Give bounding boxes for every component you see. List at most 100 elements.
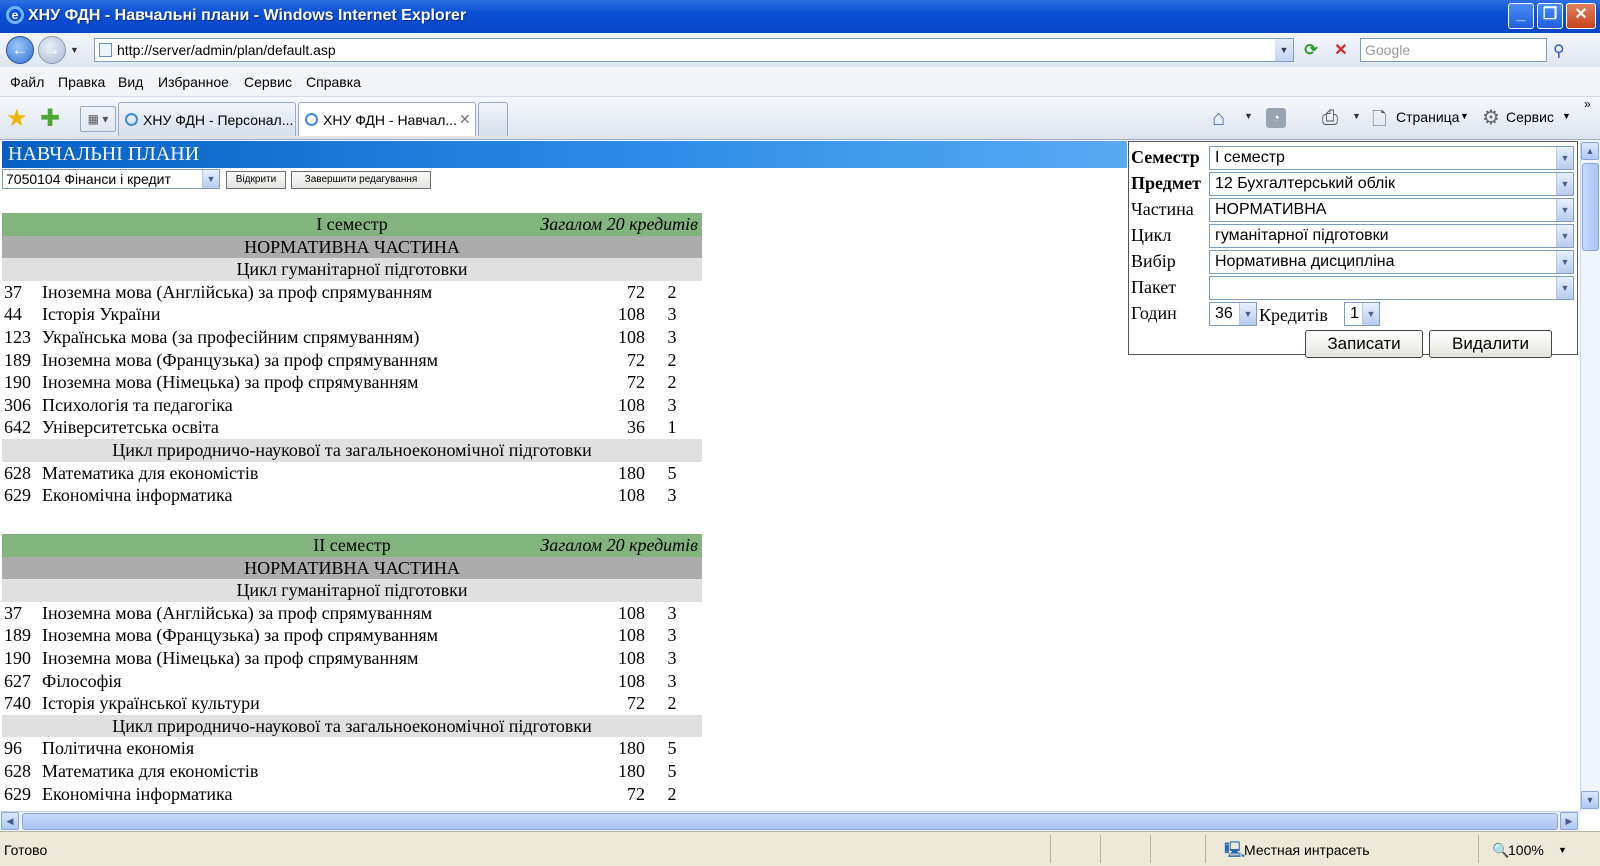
subject-credits: 3 [667,326,677,347]
subject-credits: 3 [667,625,677,646]
horizontal-scroll-thumb[interactable] [22,813,1558,830]
zoom-dropdown-icon[interactable]: ▼ [1558,845,1567,855]
menu-favorites[interactable]: Избранное [158,74,229,90]
subject-code: 189 [4,349,31,370]
table-row[interactable]: 189 Іноземна мова (Французька) за проф сп… [2,349,702,372]
table-row[interactable]: 628 Математика для економістів 180 5 [2,760,702,783]
delete-button[interactable]: Видалити [1429,330,1552,358]
subject-code: 628 [4,760,31,781]
part-header: НОРМАТИВНА ЧАСТИНА [2,556,702,580]
refresh-icon[interactable]: ⟳ [1300,40,1322,60]
cycle-name: Цикл природничо-наукової та загальноекон… [112,715,592,736]
back-icon[interactable]: ← [6,36,34,64]
specialty-select[interactable]: 7050104 Фінанси і кредит ▼ [2,169,220,189]
page-icon [99,43,112,57]
menu-view[interactable]: Вид [118,74,143,90]
url-input[interactable]: http://server/admin/plan/default.asp ▼ [94,38,1294,62]
subject-hours: 108 [618,485,645,506]
scroll-left-icon[interactable]: ◀ [1,812,19,830]
table-row[interactable]: 44 Історія України 108 3 [2,303,702,326]
title-bar: e ХНУ ФДН - Навчальні плани - Windows In… [0,0,1600,33]
home-icon[interactable]: ⌂ [1212,105,1225,131]
security-zone: Местная интрасеть [1244,842,1370,858]
table-row[interactable]: 96 Політична економія 180 5 [2,737,702,760]
part-name: НОРМАТИВНА ЧАСТИНА [244,236,460,257]
url-dropdown-icon[interactable]: ▼ [1275,39,1293,61]
hours-select[interactable]: 36 ▼ [1209,302,1257,326]
save-button[interactable]: Записати [1305,330,1423,358]
menu-tools[interactable]: Сервис [244,74,292,90]
table-row[interactable]: 189 Іноземна мова (Французька) за проф сп… [2,624,702,647]
tab-plans[interactable]: ХНУ ФДН - Навчал... ✕ [298,102,476,136]
finish-editing-button[interactable]: Завершити редагування [291,171,431,189]
chevron-more-icon[interactable]: » [1584,97,1591,111]
table-row[interactable]: 190 Іноземна мова (Німецька) за проф спря… [2,647,702,670]
subject-hours: 108 [618,304,645,325]
close-button[interactable]: ✕ [1566,3,1596,29]
subject-credits: 3 [667,647,677,668]
maximize-button[interactable]: ❐ [1537,3,1563,29]
zoom-level[interactable]: 100% [1508,842,1544,858]
favorites-star-icon[interactable]: ★ [6,104,28,133]
page-dropdown-icon[interactable]: ▼ [1460,111,1469,121]
forward-icon[interactable]: → [38,36,66,64]
menu-edit[interactable]: Правка [58,74,105,90]
subject-credits: 3 [667,304,677,325]
vertical-scroll-thumb[interactable] [1582,163,1599,251]
tab-close-icon[interactable]: ✕ [459,111,471,128]
semester-select[interactable]: I семестр ▼ [1209,146,1574,170]
subject-hours: 108 [618,394,645,415]
table-row[interactable]: 629 Економічна інформатика 108 3 [2,484,702,507]
table-row[interactable]: 642 Університетська освіта 36 1 [2,416,702,439]
table-row[interactable]: 190 Іноземна мова (Німецька) за проф спря… [2,371,702,394]
minimize-button[interactable]: _ [1508,3,1534,29]
home-dropdown-icon[interactable]: ▼ [1244,111,1253,121]
scroll-down-icon[interactable]: ▼ [1581,791,1599,809]
subject-credits: 3 [667,394,677,415]
subject-code: 37 [4,602,22,623]
print-dropdown-icon[interactable]: ▼ [1352,111,1361,121]
tools-dropdown-icon[interactable]: ▼ [1562,111,1571,121]
scroll-up-icon[interactable]: ▲ [1581,142,1599,160]
subject-code: 740 [4,693,31,714]
table-row[interactable]: 627 Філософія 108 3 [2,670,702,693]
history-dropdown-icon[interactable]: ▼ [70,45,79,55]
quick-tabs-icon[interactable]: ▦ ▾ [80,106,116,132]
subject-hours: 108 [618,625,645,646]
horizontal-scrollbar[interactable]: ◀ ▶ [0,811,1580,831]
hours-label: Годин [1131,303,1177,323]
scroll-right-icon[interactable]: ▶ [1560,812,1578,830]
stop-icon[interactable]: ✕ [1330,40,1352,60]
table-row[interactable]: 740 Історія української культури 72 2 [2,692,702,715]
table-row[interactable]: 37 Іноземна мова (Англійська) за проф спр… [2,602,702,625]
page-menu[interactable]: Страница [1396,109,1459,125]
address-bar: ← → ▼ http://server/admin/plan/default.a… [0,33,1600,67]
table-row[interactable]: 37 Іноземна мова (Англійська) за проф спр… [2,281,702,304]
search-input[interactable]: Google [1360,38,1547,62]
zoom-icon: 🔍 [1492,842,1510,858]
search-icon[interactable]: ⚲ [1553,41,1565,61]
print-icon[interactable]: ⎙ [1322,107,1338,130]
vertical-scrollbar[interactable]: ▲ ▼ [1580,141,1600,811]
add-favorite-icon[interactable]: ✚ [40,104,60,133]
credits-select[interactable]: 1 ▼ [1344,302,1380,326]
table-row[interactable]: 629 Економічна інформатика 72 2 [2,783,702,806]
subject-select[interactable]: 12 Бухгалтерський облік ▼ [1209,172,1574,196]
table-row[interactable]: 628 Математика для економістів 180 5 [2,462,702,485]
subject-name: Економічна інформатика [42,783,233,804]
part-select[interactable]: НОРМАТИВНА ▼ [1209,198,1574,222]
tab-personnel[interactable]: ХНУ ФДН - Персонал... [118,102,296,136]
chevron-down-icon: ▼ [1556,251,1573,273]
menu-file[interactable]: Файл [10,74,44,90]
chevron-down-icon: ▼ [1556,225,1573,247]
open-button[interactable]: Відкрити [226,171,286,189]
feeds-icon[interactable]: ◔ [1266,108,1286,128]
cycle-select[interactable]: гуманітарної підготовки ▼ [1209,224,1574,248]
menu-help[interactable]: Справка [306,74,361,90]
table-row[interactable]: 306 Психологія та педагогіка 108 3 [2,394,702,417]
table-row[interactable]: 123 Українська мова (за професійним спрям… [2,326,702,349]
new-tab-button[interactable] [478,102,508,136]
tools-menu[interactable]: Сервис [1506,109,1554,125]
choice-select[interactable]: Нормативна дисципліна ▼ [1209,250,1574,274]
package-select[interactable]: ▼ [1209,276,1574,300]
